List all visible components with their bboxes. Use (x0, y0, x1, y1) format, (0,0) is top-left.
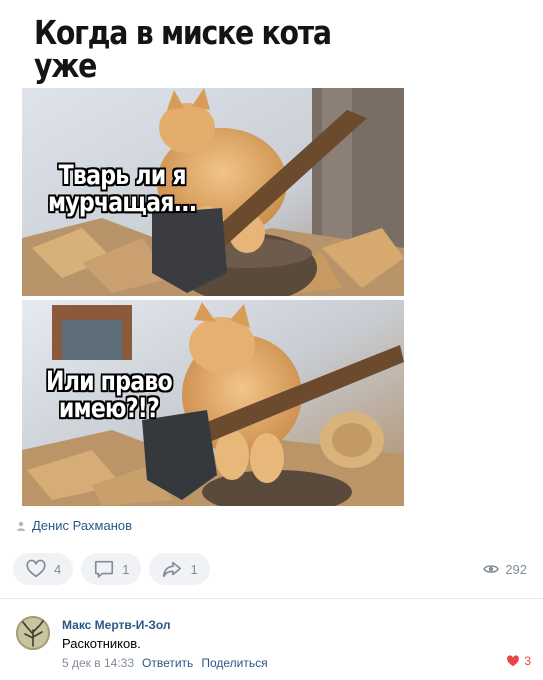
like-count: 4 (54, 561, 62, 577)
like-button[interactable]: 4 (13, 553, 74, 585)
comment-text: Раскотников. (62, 636, 141, 651)
post-author[interactable]: Денис Рахманов (16, 518, 132, 533)
comment-meta: 5 дек в 14:33 Ответить Поделиться (62, 656, 268, 670)
avatar-image (16, 616, 50, 650)
view-count: 292 (505, 561, 527, 577)
meme-panel-top: Тварь ли я мурчащая... (22, 88, 404, 296)
person-icon (17, 521, 25, 531)
comment-count: 1 (122, 561, 130, 577)
comment-like-button[interactable]: 3 (506, 654, 531, 668)
heart-icon (26, 559, 46, 578)
panel-bottom-text: Или право имею?!? (46, 366, 173, 424)
post-image[interactable]: Когда в миске кота уже полчаса нет еды (22, 12, 404, 506)
divider (0, 598, 543, 599)
avatar[interactable] (16, 616, 50, 650)
comment-like-count: 3 (524, 654, 531, 668)
share-link[interactable]: Поделиться (201, 656, 267, 670)
comment-button[interactable]: 1 (81, 553, 142, 585)
share-button[interactable]: 1 (149, 553, 210, 585)
meme-panel-bottom: Или право имею?!? (22, 300, 404, 506)
comment-date[interactable]: 5 дек в 14:33 (62, 656, 134, 670)
reply-link[interactable]: Ответить (142, 656, 193, 670)
comment-item: Макс Мертв-И-Зол Раскотников. 5 дек в 14… (16, 616, 531, 676)
comment-icon (95, 560, 114, 578)
views-counter: 292 (483, 561, 527, 577)
eye-icon (483, 565, 500, 573)
share-icon (163, 561, 182, 578)
post-author-name[interactable]: Денис Рахманов (32, 518, 132, 533)
panel-top-text: Тварь ли я мурчащая... (48, 160, 197, 218)
post-actions: 4 1 1 (13, 553, 210, 585)
comment-author[interactable]: Макс Мертв-И-Зол (62, 618, 171, 632)
share-count: 1 (190, 561, 198, 577)
liked-heart-icon (507, 655, 520, 667)
